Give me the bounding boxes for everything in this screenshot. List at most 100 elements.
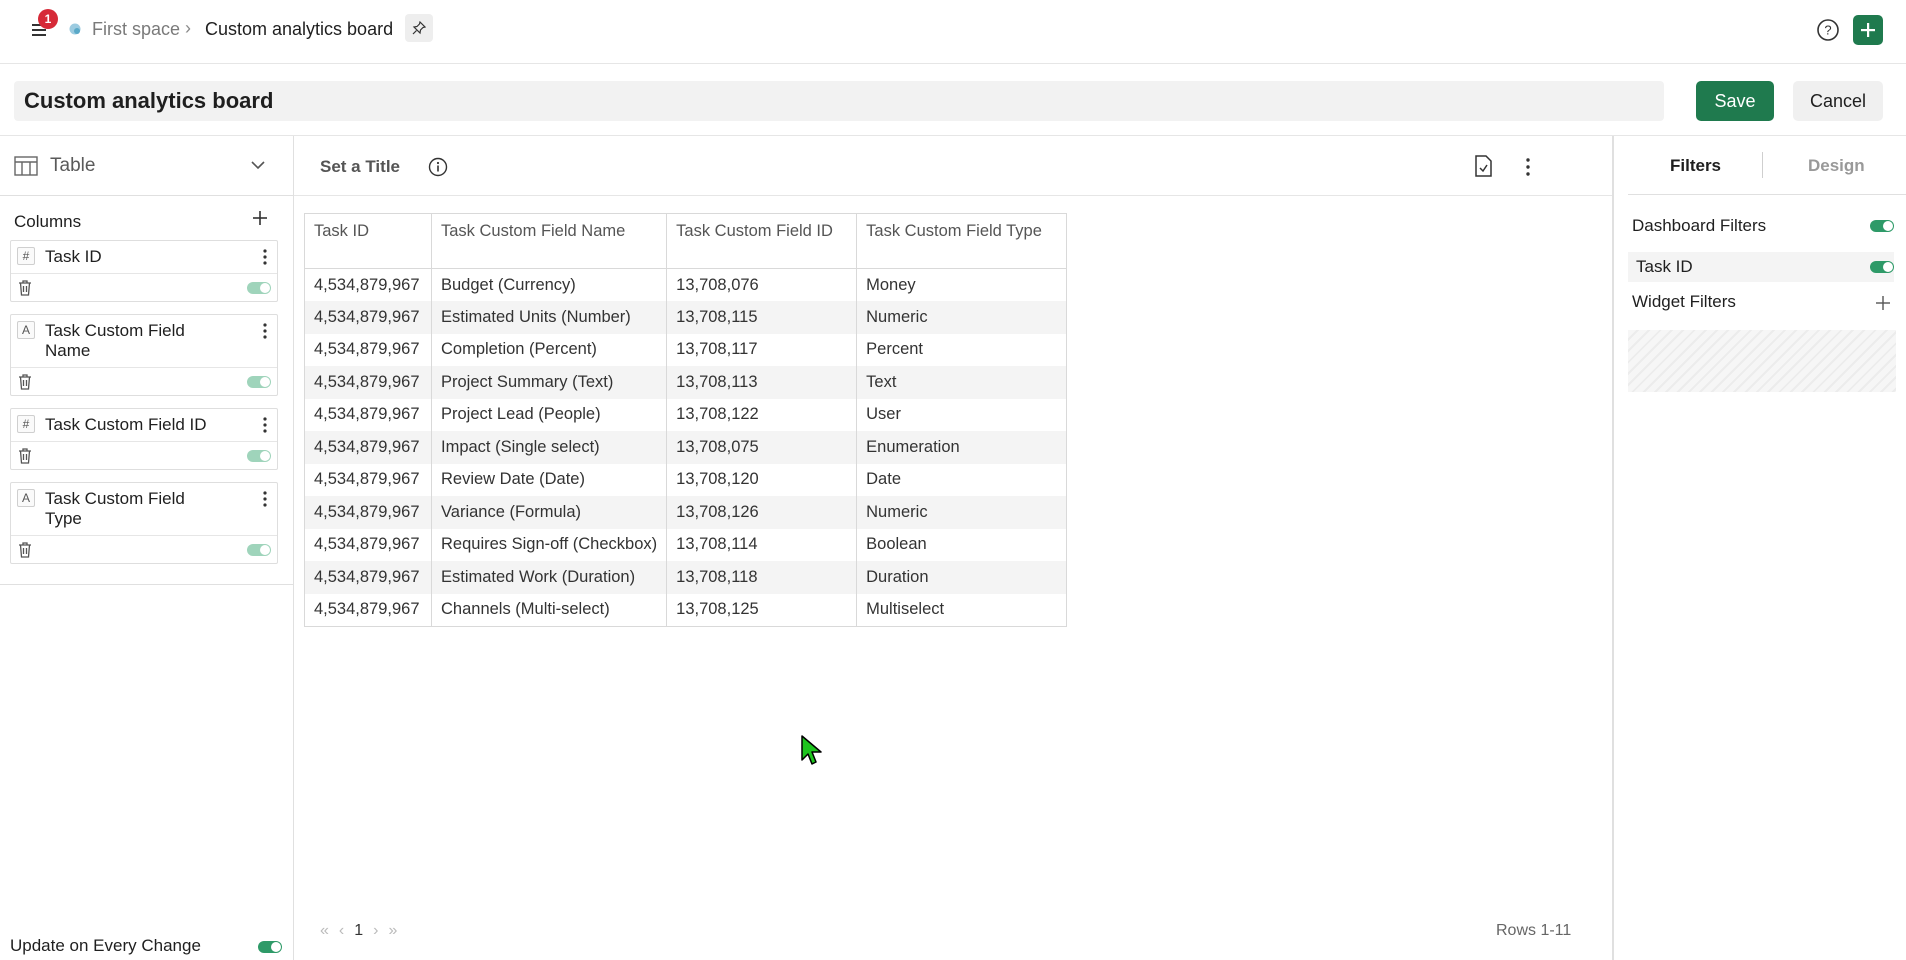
column-card-task-custom-field-name[interactable]: A Task Custom Field Name bbox=[10, 314, 278, 396]
table-row: 4,534,879,967 Estimated Units (Number) 13,… bbox=[304, 301, 1068, 334]
add-button[interactable] bbox=[1853, 15, 1883, 45]
table-row: 4,534,879,967 Completion (Percent) 13,708,… bbox=[304, 333, 1068, 366]
table-cell: Enumeration bbox=[856, 431, 1068, 464]
dashboard-filters-toggle[interactable] bbox=[1870, 220, 1894, 232]
filter-item-task-id[interactable]: Task ID bbox=[1628, 252, 1894, 282]
kebab-menu-icon[interactable] bbox=[1524, 156, 1532, 178]
add-widget-filter-icon[interactable] bbox=[1874, 294, 1892, 312]
column-visibility-toggle[interactable] bbox=[247, 544, 271, 556]
table-cell: Project Summary (Text) bbox=[430, 366, 668, 399]
columns-heading: Columns bbox=[14, 212, 82, 231]
notification-badge: 1 bbox=[38, 9, 58, 29]
pin-button[interactable] bbox=[405, 14, 433, 42]
column-header[interactable]: Task Custom Field Name bbox=[430, 213, 668, 269]
kebab-menu-icon[interactable] bbox=[261, 247, 269, 267]
add-column-icon[interactable] bbox=[250, 208, 270, 228]
trash-icon[interactable] bbox=[17, 541, 33, 559]
table-cell: 13,708,115 bbox=[666, 301, 858, 334]
help-icon: ? bbox=[1817, 19, 1839, 41]
trash-icon[interactable] bbox=[17, 373, 33, 391]
table-cell: Estimated Work (Duration) bbox=[430, 561, 668, 594]
top-bar: 1 First space › Custom analytics board ? bbox=[0, 0, 1906, 64]
widget-title-button[interactable]: Set a Title bbox=[320, 157, 400, 177]
table-row: 4,534,879,967 Budget (Currency) 13,708,076… bbox=[304, 268, 1068, 301]
trash-icon[interactable] bbox=[17, 447, 33, 465]
table-cell: Multiselect bbox=[856, 593, 1068, 627]
last-page-button[interactable]: » bbox=[388, 922, 397, 940]
help-button[interactable]: ? bbox=[1816, 18, 1840, 42]
kebab-menu-icon[interactable] bbox=[261, 489, 269, 509]
column-visibility-toggle[interactable] bbox=[247, 282, 271, 294]
pin-icon bbox=[412, 21, 426, 35]
table-cell: User bbox=[856, 398, 1068, 431]
filter-item-label: Task ID bbox=[1636, 257, 1693, 276]
kebab-menu-icon[interactable] bbox=[261, 321, 269, 341]
data-table: Task ID Task Custom Field Name Task Cust… bbox=[304, 213, 1068, 627]
column-header[interactable]: Task Custom Field Type bbox=[856, 213, 1068, 269]
prev-page-button[interactable]: ‹ bbox=[339, 922, 344, 940]
column-visibility-toggle[interactable] bbox=[247, 376, 271, 388]
column-name: Task Custom Field ID bbox=[45, 415, 207, 434]
table-cell: Boolean bbox=[856, 528, 1068, 561]
rows-info: Rows 1-11 bbox=[1496, 922, 1572, 939]
cancel-button[interactable]: Cancel bbox=[1793, 81, 1883, 121]
table-cell: 13,708,125 bbox=[666, 593, 858, 627]
tab-design[interactable]: Design bbox=[1808, 156, 1865, 176]
filter-item-toggle[interactable] bbox=[1870, 261, 1894, 273]
table-cell: 13,708,075 bbox=[666, 431, 858, 464]
kebab-menu-icon[interactable] bbox=[261, 415, 269, 435]
next-page-button[interactable]: › bbox=[373, 922, 378, 940]
column-card-footer bbox=[11, 441, 277, 469]
svg-text:?: ? bbox=[1824, 23, 1831, 38]
board-title-input[interactable] bbox=[14, 81, 1664, 121]
table-cell: 4,534,879,967 bbox=[304, 496, 432, 529]
table-cell: 4,534,879,967 bbox=[304, 593, 432, 627]
table-cell: Requires Sign-off (Checkbox) bbox=[430, 528, 668, 561]
table-cell: Budget (Currency) bbox=[430, 268, 668, 301]
table-cell: 13,708,114 bbox=[666, 528, 858, 561]
plus-icon bbox=[1861, 23, 1875, 37]
table-cell: Numeric bbox=[856, 301, 1068, 334]
table-row: 4,534,879,967 Review Date (Date) 13,708,12… bbox=[304, 463, 1068, 496]
tab-divider bbox=[1762, 152, 1763, 178]
trash-icon[interactable] bbox=[17, 279, 33, 297]
update-on-change-toggle[interactable] bbox=[258, 941, 282, 953]
widget-preview: Set a Title Task ID Task Custom Field Na… bbox=[294, 136, 1612, 960]
table-cell: 4,534,879,967 bbox=[304, 528, 432, 561]
table-cell: Review Date (Date) bbox=[430, 463, 668, 496]
first-page-button[interactable]: « bbox=[320, 922, 329, 940]
table-row: 4,534,879,967 Variance (Formula) 13,708,12… bbox=[304, 496, 1068, 529]
save-button[interactable]: Save bbox=[1696, 81, 1774, 121]
chevron-down-icon bbox=[251, 161, 265, 170]
breadcrumb-space[interactable]: First space bbox=[92, 19, 180, 40]
title-row: Save Cancel bbox=[0, 64, 1906, 136]
tab-filters[interactable]: Filters bbox=[1670, 156, 1721, 176]
right-panel: Filters Design Dashboard Filters Task ID… bbox=[1612, 136, 1906, 960]
update-on-change-label: Update on Every Change bbox=[10, 936, 201, 955]
column-card-task-custom-field-type[interactable]: A Task Custom Field Type bbox=[10, 482, 278, 564]
info-icon[interactable] bbox=[428, 157, 448, 177]
table-row: 4,534,879,967 Project Lead (People) 13,708… bbox=[304, 398, 1068, 431]
column-name: Task ID bbox=[45, 247, 102, 266]
chevron-right-icon: › bbox=[185, 18, 191, 38]
column-visibility-toggle[interactable] bbox=[247, 450, 271, 462]
table-row: 4,534,879,967 Channels (Multi-select) 13,7… bbox=[304, 593, 1068, 627]
table-header-row: Task ID Task Custom Field Name Task Cust… bbox=[304, 213, 1068, 269]
table-cell: 13,708,126 bbox=[666, 496, 858, 529]
visualization-type-label: Table bbox=[50, 155, 96, 176]
column-header[interactable]: Task Custom Field ID bbox=[666, 213, 858, 269]
table-cell: Date bbox=[856, 463, 1068, 496]
column-name: Task Custom Field Type bbox=[45, 489, 185, 528]
column-card-task-custom-field-id[interactable]: # Task Custom Field ID bbox=[10, 408, 278, 470]
column-card-footer bbox=[11, 367, 277, 395]
column-card-task-id[interactable]: # Task ID bbox=[10, 240, 278, 302]
visualization-type-select[interactable]: Table bbox=[0, 136, 294, 196]
table-cell: Numeric bbox=[856, 496, 1068, 529]
widget-filters-dropzone[interactable] bbox=[1628, 330, 1896, 392]
column-header[interactable]: Task ID bbox=[304, 213, 432, 269]
export-file-icon[interactable] bbox=[1472, 154, 1494, 178]
page-number[interactable]: 1 bbox=[354, 922, 363, 940]
divider bbox=[1628, 194, 1906, 195]
table-cell: 4,534,879,967 bbox=[304, 561, 432, 594]
table-cell: 4,534,879,967 bbox=[304, 301, 432, 334]
